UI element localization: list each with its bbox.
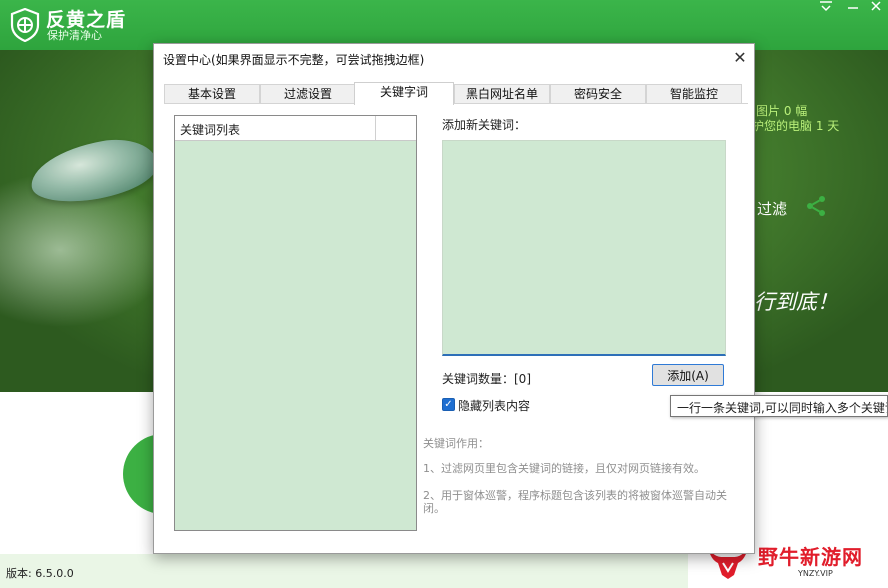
- water-droplet-image: [26, 132, 162, 210]
- keyword-count-label: 关键词数量：[0]: [442, 372, 531, 386]
- watermark-domain: YNZY.VIP: [798, 569, 833, 578]
- hide-list-label[interactable]: 隐藏列表内容: [458, 397, 530, 414]
- app-subtitle: 保护清净心: [47, 29, 102, 42]
- add-keyword-label: 添加新关键词：: [442, 118, 527, 132]
- version-text: 版本: 6.5.0.0: [6, 567, 74, 580]
- help-text-1: 1、过滤网页里包含关键词的链接，且仅对网页链接有效。: [423, 462, 705, 475]
- hide-list-checkbox[interactable]: ✓: [442, 398, 455, 411]
- tab-password-security[interactable]: 密码安全: [550, 84, 646, 104]
- slogan: 行到底！: [754, 290, 838, 314]
- settings-dialog: 设置中心(如果界面显示不完整，可尝试拖拽边框) ✕ 基本设置 过滤设置 关键字词…: [153, 43, 755, 554]
- tab-smart-monitor[interactable]: 智能监控: [646, 84, 742, 104]
- tab-filter-settings[interactable]: 过滤设置: [260, 84, 356, 104]
- minimize-icon[interactable]: [841, 0, 865, 18]
- add-keyword-button[interactable]: 添加(A): [652, 364, 724, 386]
- watermark-text: 野牛新游网: [758, 545, 863, 569]
- keyword-list-column-header[interactable]: 关键词列表: [180, 121, 240, 138]
- close-icon[interactable]: ✕: [728, 47, 752, 69]
- column-separator[interactable]: [375, 116, 376, 140]
- menu-icon[interactable]: [814, 0, 838, 18]
- help-title: 关键词作用：: [423, 437, 489, 450]
- tooltip-text: 一行一条关键词,可以同时输入多个关键词: [677, 401, 888, 415]
- tab-keywords[interactable]: 关键字词: [354, 82, 454, 105]
- share-icon[interactable]: [804, 194, 828, 218]
- filter-label: 过滤: [757, 200, 788, 218]
- keyword-list-header: 关键词列表: [175, 116, 416, 141]
- new-keyword-input[interactable]: [442, 140, 726, 356]
- keyword-list[interactable]: 关键词列表: [174, 115, 417, 531]
- shield-logo-icon: [10, 8, 40, 42]
- help-text-2: 2、用于窗体巡警，程序标题包含该列表的将被窗体巡警自动关闭。: [423, 489, 727, 515]
- protection-days: 护您的电脑 1 天: [752, 119, 840, 133]
- dialog-title: 设置中心(如果界面显示不完整，可尝试拖拽边框): [163, 53, 425, 67]
- tab-bar: 基本设置 过滤设置 关键字词 黑白网址名单 密码安全 智能监控: [164, 82, 748, 105]
- close-app-icon[interactable]: [864, 0, 888, 18]
- input-tooltip: 一行一条关键词,可以同时输入多个关键词: [670, 395, 888, 417]
- tab-basic-settings[interactable]: 基本设置: [164, 84, 260, 104]
- tab-url-lists[interactable]: 黑白网址名单: [454, 84, 550, 104]
